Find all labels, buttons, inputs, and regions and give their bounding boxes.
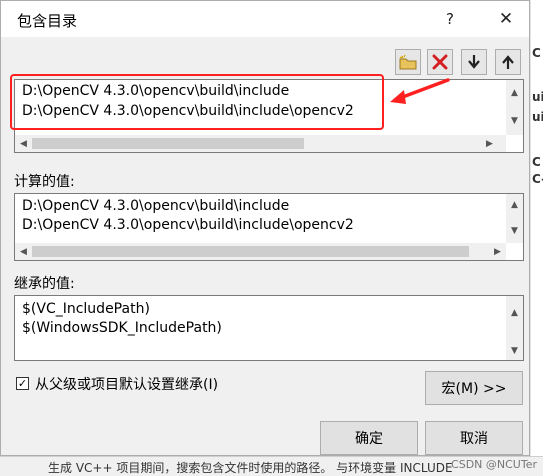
delete-line-button[interactable] <box>427 49 453 75</box>
scroll-up-arrow-icon[interactable]: ▲ <box>506 304 523 321</box>
arrow-down-icon <box>468 55 480 69</box>
include-directories-dialog: 包含目录 ? ✕ D:\OpenCV 4.3.0\opencv\build\in… <box>0 0 530 456</box>
scroll-down-arrow-icon[interactable]: ▼ <box>506 342 523 359</box>
scroll-up-arrow-icon[interactable]: ▲ <box>506 196 523 213</box>
dialog-title: 包含目录 <box>17 12 78 30</box>
help-button[interactable]: ? <box>427 1 473 37</box>
background-fragment: ui <box>532 90 543 104</box>
background-description: 生成 VC++ 项目期间，搜索包含文件时使用的路径。 与环境变量 INCLUDE <box>48 461 453 475</box>
move-up-button[interactable] <box>495 49 521 75</box>
background-fragment: C- <box>532 172 543 186</box>
inherit-checkbox-label[interactable]: 从父级或项目默认设置继承(I) <box>35 374 218 394</box>
title-bar: 包含目录 ? ✕ <box>1 1 529 37</box>
computed-values-label: 计算的值: <box>14 174 75 190</box>
background-fragment: C <box>532 155 541 169</box>
macros-button[interactable]: 宏(M) >> <box>425 371 523 405</box>
list-item: $(VC_IncludePath) <box>22 301 150 317</box>
move-down-button[interactable] <box>461 49 487 75</box>
scroll-left-arrow-icon[interactable]: ◀ <box>15 135 32 152</box>
annotation-arrow-icon <box>390 78 450 104</box>
scroll-right-arrow-icon[interactable]: ▶ <box>481 135 498 152</box>
computed-values-list: D:\OpenCV 4.3.0\opencv\build\include D:\… <box>14 193 524 261</box>
horizontal-scrollbar[interactable]: ◀ ▶ <box>15 243 506 260</box>
scroll-right-arrow-icon[interactable]: ▶ <box>489 243 506 260</box>
scrollbar-thumb[interactable] <box>32 246 469 257</box>
vertical-scrollbar[interactable]: ▲ ▼ <box>506 296 523 360</box>
background-side-strip <box>530 0 543 476</box>
inherited-values-label: 继承的值: <box>14 276 75 292</box>
horizontal-scrollbar[interactable]: ◀ ▶ <box>15 135 506 152</box>
inherit-checkbox[interactable]: ✓ <box>16 377 29 390</box>
background-fragment: C <box>532 46 541 60</box>
cancel-button[interactable]: 取消 <box>425 421 523 455</box>
scrollbar-thumb[interactable] <box>32 138 304 149</box>
close-button[interactable]: ✕ <box>483 1 529 37</box>
scroll-up-arrow-icon[interactable]: ▲ <box>506 84 523 101</box>
vertical-scrollbar[interactable]: ▲ ▼ <box>506 194 523 243</box>
vertical-scrollbar[interactable]: ▲ ▼ <box>506 80 523 135</box>
ok-button[interactable]: 确定 <box>320 421 418 455</box>
new-line-button[interactable] <box>395 49 421 75</box>
list-item: $(WindowsSDK_IncludePath) <box>22 320 222 336</box>
scroll-down-arrow-icon[interactable]: ▼ <box>506 222 523 239</box>
background-fragment: ui <box>532 110 543 124</box>
annotation-highlight-box <box>10 74 384 130</box>
list-item: D:\OpenCV 4.3.0\opencv\build\include <box>22 198 290 214</box>
delete-icon <box>432 54 448 70</box>
inherited-values-list: $(VC_IncludePath) $(WindowsSDK_IncludePa… <box>14 295 524 361</box>
watermark: CSDN @NCUTer <box>451 458 537 471</box>
arrow-up-icon <box>502 55 514 69</box>
folder-new-icon <box>399 54 417 70</box>
scroll-down-arrow-icon[interactable]: ▼ <box>506 112 523 129</box>
scroll-left-arrow-icon[interactable]: ◀ <box>15 243 32 260</box>
list-item: D:\OpenCV 4.3.0\opencv\build\include\ope… <box>22 217 354 233</box>
